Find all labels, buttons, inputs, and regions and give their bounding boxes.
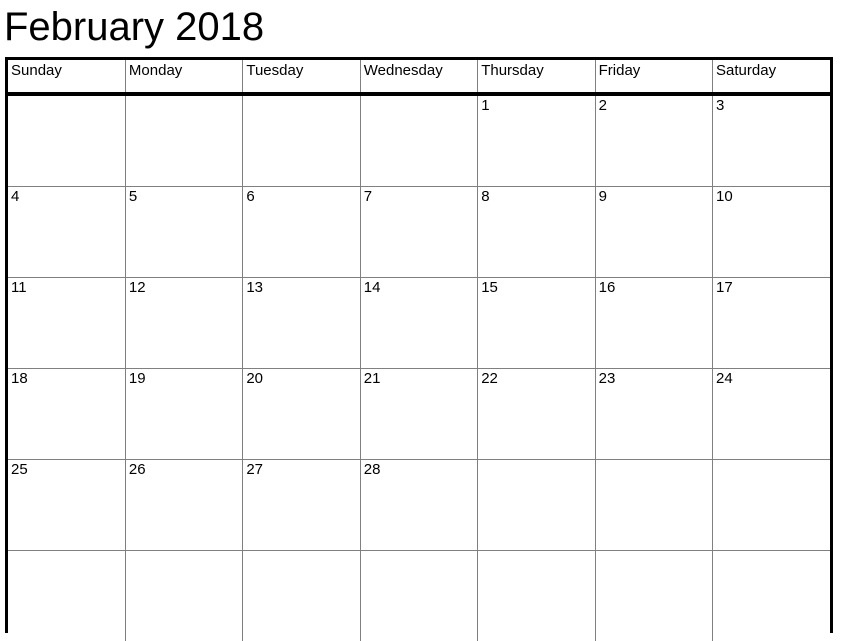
calendar-day-cell[interactable] (125, 94, 244, 187)
day-number: 7 (363, 188, 373, 205)
calendar-day-cell[interactable] (360, 550, 479, 641)
day-number: 26 (128, 461, 146, 478)
weekday-header-thursday: Thursday (477, 60, 596, 96)
weekday-header-friday: Friday (595, 60, 714, 96)
calendar-day-cell[interactable]: 5 (125, 186, 244, 278)
page-title: February 2018 (4, 5, 265, 49)
calendar-day-cell[interactable] (8, 94, 126, 187)
calendar-day-cell[interactable] (477, 459, 596, 551)
calendar-day-cell[interactable]: 4 (8, 186, 126, 278)
calendar-day-cell[interactable] (595, 550, 714, 641)
day-number: 24 (716, 370, 733, 387)
calendar-day-cell[interactable]: 10 (712, 186, 830, 278)
calendar-day-cell[interactable] (125, 550, 244, 641)
calendar-day-cell[interactable]: 19 (125, 368, 244, 460)
day-number: 25 (11, 461, 28, 478)
calendar-day-cell[interactable] (712, 550, 830, 641)
calendar-day-cell[interactable]: 15 (477, 277, 596, 369)
weekday-header-wednesday: Wednesday (360, 60, 479, 96)
day-number: 14 (363, 279, 381, 296)
calendar-week-row (8, 550, 830, 641)
day-number: 16 (598, 279, 616, 296)
calendar-day-cell[interactable]: 8 (477, 186, 596, 278)
day-number: 20 (246, 370, 264, 387)
calendar-day-cell[interactable]: 7 (360, 186, 479, 278)
calendar-body: 1 2 3 4 5 6 7 8 9 10 11 12 13 14 15 16 1… (8, 94, 830, 641)
day-number: 23 (598, 370, 616, 387)
calendar-day-cell[interactable] (360, 94, 479, 187)
calendar-day-cell[interactable] (595, 459, 714, 551)
calendar-day-cell[interactable]: 26 (125, 459, 244, 551)
calendar-day-cell[interactable]: 12 (125, 277, 244, 369)
day-number: 22 (481, 370, 498, 387)
day-number: 11 (11, 279, 27, 296)
calendar-week-row: 4 5 6 7 8 9 10 (8, 186, 830, 278)
calendar-day-cell[interactable]: 24 (712, 368, 830, 460)
weekday-header-saturday: Saturday (712, 60, 830, 96)
calendar-day-cell[interactable]: 20 (242, 368, 361, 460)
day-number: 2 (598, 97, 607, 114)
calendar-day-cell[interactable] (477, 550, 596, 641)
day-number: 17 (716, 279, 733, 296)
calendar-day-cell[interactable] (242, 550, 361, 641)
calendar-day-cell[interactable]: 2 (595, 94, 714, 187)
calendar-day-cell[interactable]: 25 (8, 459, 126, 551)
day-number: 18 (11, 370, 28, 387)
calendar-day-cell[interactable]: 28 (360, 459, 479, 551)
calendar-day-cell[interactable] (712, 459, 830, 551)
calendar-day-cell[interactable]: 11 (8, 277, 126, 369)
calendar-week-row: 25 26 27 28 (8, 459, 830, 551)
calendar-week-row: 11 12 13 14 15 16 17 (8, 277, 830, 369)
day-number: 28 (363, 461, 381, 478)
calendar-day-cell[interactable]: 17 (712, 277, 830, 369)
calendar-page: February 2018 Sunday Monday Tuesday Wedn… (0, 0, 842, 641)
calendar-table: Sunday Monday Tuesday Wednesday Thursday… (8, 60, 830, 641)
calendar-day-cell[interactable]: 3 (712, 94, 830, 187)
day-number: 27 (246, 461, 264, 478)
calendar-day-cell[interactable]: 6 (242, 186, 361, 278)
calendar-day-cell[interactable]: 22 (477, 368, 596, 460)
weekday-header-sunday: Sunday (8, 60, 126, 96)
calendar-week-row: 18 19 20 21 22 23 24 (8, 368, 830, 460)
calendar-week-row: 1 2 3 (8, 94, 830, 187)
day-number: 3 (716, 97, 725, 114)
calendar-day-cell[interactable]: 9 (595, 186, 714, 278)
day-number: 1 (481, 97, 490, 114)
day-number: 6 (246, 188, 255, 205)
calendar-day-cell[interactable]: 13 (242, 277, 361, 369)
calendar-day-cell[interactable] (8, 550, 126, 641)
calendar-day-cell[interactable]: 1 (477, 94, 596, 187)
calendar-day-cell[interactable]: 16 (595, 277, 714, 369)
calendar-grid: Sunday Monday Tuesday Wednesday Thursday… (5, 57, 833, 641)
calendar-day-cell[interactable] (242, 94, 361, 187)
day-number: 5 (128, 188, 138, 205)
day-number: 21 (363, 370, 381, 387)
calendar-day-cell[interactable]: 21 (360, 368, 479, 460)
calendar-day-cell[interactable]: 27 (242, 459, 361, 551)
calendar-day-cell[interactable]: 23 (595, 368, 714, 460)
day-number: 12 (128, 279, 146, 296)
day-number: 8 (481, 188, 490, 205)
day-number: 15 (481, 279, 498, 296)
day-number: 19 (128, 370, 146, 387)
day-number: 4 (11, 188, 20, 205)
calendar-day-cell[interactable]: 14 (360, 277, 479, 369)
day-number: 9 (598, 188, 607, 205)
weekday-header-tuesday: Tuesday (242, 60, 361, 96)
calendar-header-row: Sunday Monday Tuesday Wednesday Thursday… (8, 60, 830, 96)
day-number: 13 (246, 279, 264, 296)
calendar-day-cell[interactable]: 18 (8, 368, 126, 460)
day-number: 10 (716, 188, 733, 205)
weekday-header-monday: Monday (125, 60, 244, 96)
